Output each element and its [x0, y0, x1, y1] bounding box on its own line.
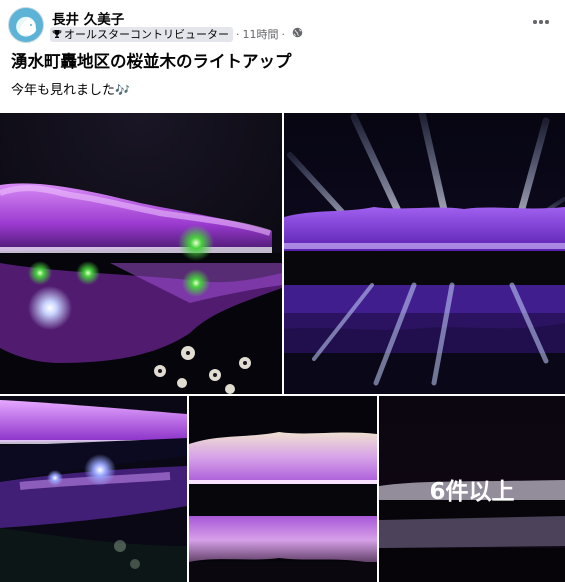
photo-5[interactable]: 6件以上 [379, 396, 565, 582]
meta-separator-2: · [281, 27, 286, 41]
post-header: 長井 久美子 オールスターコントリビューター · 11時間 · [0, 0, 565, 44]
photo-3-image [0, 396, 187, 582]
photo-4[interactable] [189, 396, 377, 582]
photo-1[interactable] [0, 113, 282, 394]
dog-avatar-icon [20, 17, 37, 35]
post-body: 今年も見れました🎶 [11, 79, 130, 98]
badge-label: オールスターコントリビューター [64, 28, 229, 41]
post-time[interactable]: 11時間 [243, 26, 279, 42]
more-options-icon[interactable] [531, 12, 551, 32]
more-photos-overlay[interactable]: 6件以上 [379, 396, 565, 582]
post-meta: オールスターコントリビューター · 11時間 · [50, 26, 303, 42]
photo-3[interactable] [0, 396, 187, 582]
photo-2[interactable] [284, 113, 565, 394]
author-name[interactable]: 長井 久美子 [52, 8, 124, 28]
avatar[interactable] [8, 7, 44, 43]
photo-2-image [284, 113, 565, 394]
meta-separator: · [236, 27, 240, 41]
photo-4-image [189, 396, 377, 582]
all-star-contributor-badge[interactable]: オールスターコントリビューター [50, 26, 233, 42]
photo-1-image [0, 113, 282, 394]
post-title: 湧水町轟地区の桜並木のライトアップ [11, 52, 292, 71]
music-notes-emoji: 🎶 [115, 83, 130, 97]
trophy-icon [52, 30, 62, 38]
more-photos-label: 6件以上 [429, 479, 515, 505]
post-body-text: 今年も見れました [11, 83, 116, 98]
globe-icon[interactable] [292, 27, 303, 41]
